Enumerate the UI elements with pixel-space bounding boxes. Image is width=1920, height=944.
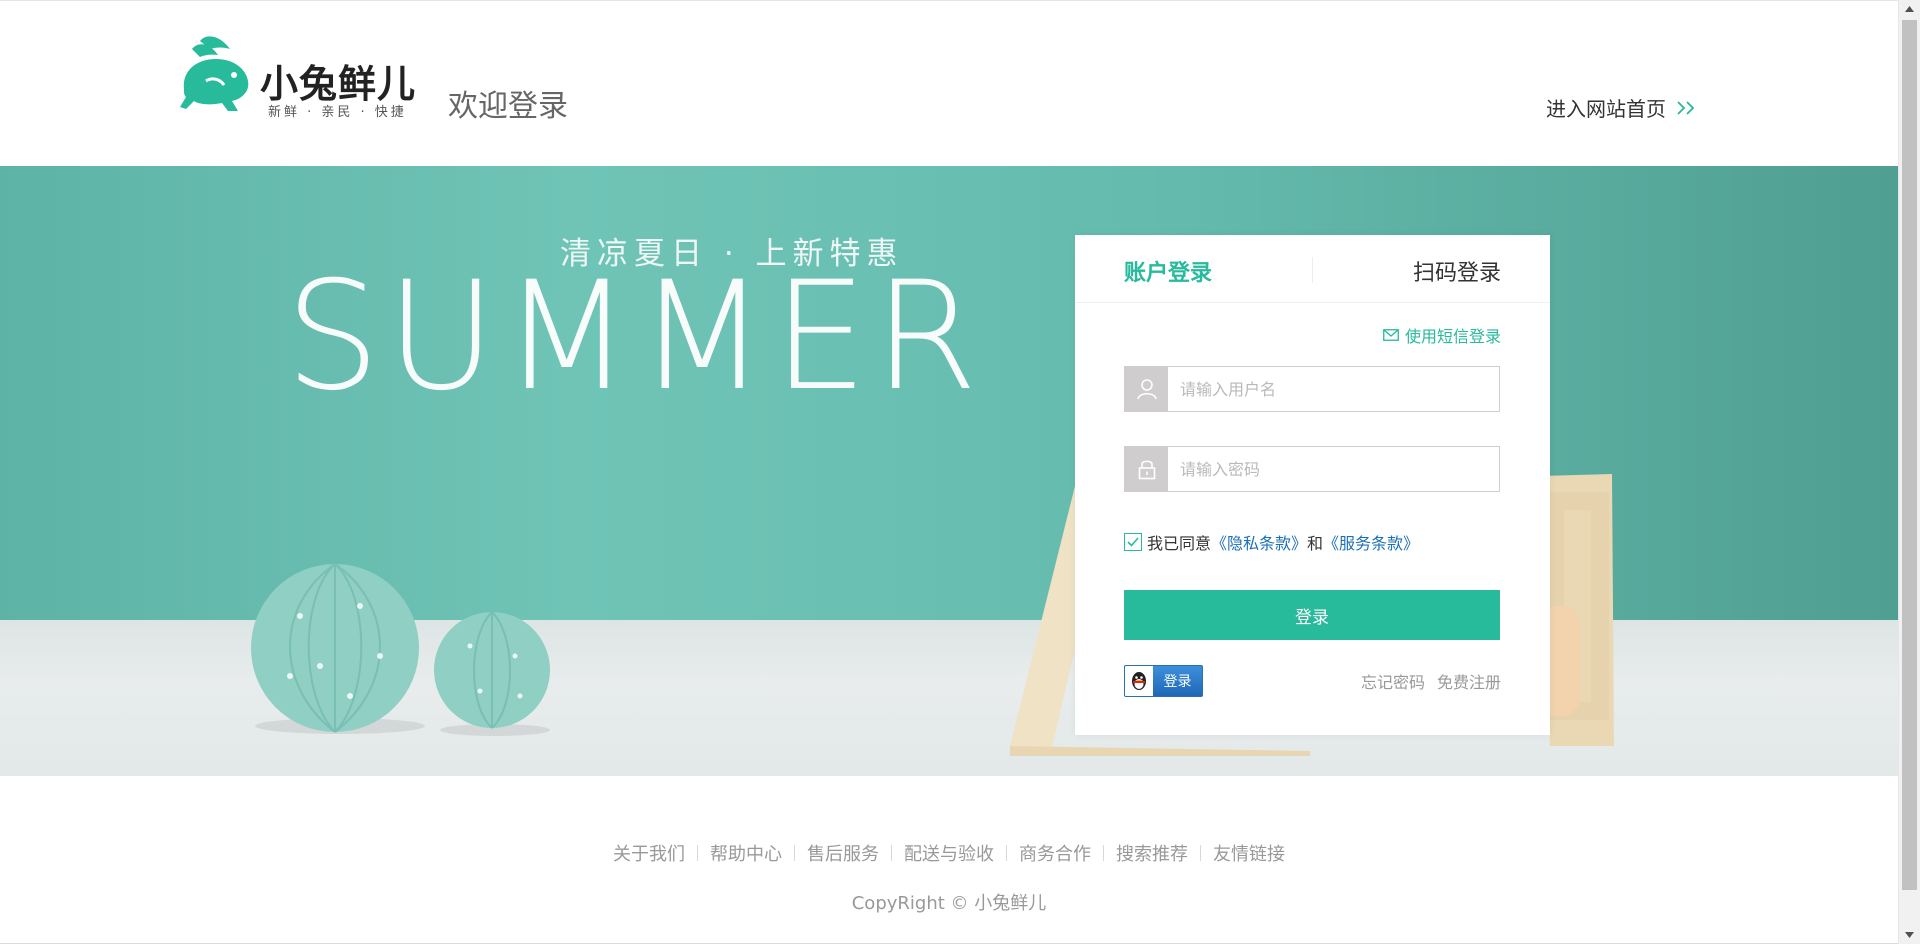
privacy-terms-link[interactable]: 《隐私条款》 xyxy=(1211,530,1307,554)
user-icon xyxy=(1125,367,1168,411)
footer-link-business[interactable]: 商务合作 xyxy=(1007,840,1103,866)
login-card: 账户登录 扫码登录 使用短信登录 请输入用户名 我已同意 《隐私条款》 和 《服… xyxy=(1075,235,1550,735)
decorative-ball-large xyxy=(251,563,425,734)
footer-link-about[interactable]: 关于我们 xyxy=(601,840,697,866)
username-input[interactable] xyxy=(1168,367,1499,411)
password-field xyxy=(1124,446,1500,492)
agree-checkbox[interactable] xyxy=(1124,533,1142,551)
footer-link-after-sales[interactable]: 售后服务 xyxy=(795,840,891,866)
envelope-icon xyxy=(1383,329,1399,341)
brand-name: 小兔鲜儿 xyxy=(260,62,417,106)
password-input[interactable] xyxy=(1168,447,1499,491)
login-tabs: 账户登录 扫码登录 xyxy=(1075,235,1550,303)
site-header: 小兔鲜儿 新鲜 · 亲民 · 快捷 欢迎登录 进入网站首页 xyxy=(0,0,1898,166)
vertical-scrollbar[interactable] xyxy=(1898,0,1920,944)
footer-nav: 关于我们 帮助中心 售后服务 配送与验收 商务合作 搜索推荐 友情链接 xyxy=(0,840,1898,866)
footer-link-search[interactable]: 搜索推荐 xyxy=(1104,840,1200,866)
tab-divider xyxy=(1312,257,1313,283)
brand-slogan: 新鲜 · 亲民 · 快捷 xyxy=(268,105,407,120)
agree-and: 和 xyxy=(1307,534,1324,553)
hero-banner: 清凉夏日 · 上新特惠 SUMMER xyxy=(0,166,1898,776)
account-links: 忘记密码 免费注册 xyxy=(1361,669,1501,693)
lock-icon xyxy=(1125,447,1168,491)
username-field xyxy=(1124,366,1500,412)
home-link-label: 进入网站首页 xyxy=(1546,97,1666,121)
sms-login-label: 使用短信登录 xyxy=(1404,327,1501,346)
banner-title: SUMMER xyxy=(285,250,984,424)
site-logo[interactable]: 小兔鲜儿 新鲜 · 亲民 · 快捷 xyxy=(176,31,422,121)
copyright: CopyRight © 小兔鲜儿 xyxy=(851,893,1047,914)
scroll-down-icon[interactable] xyxy=(1899,926,1920,944)
rabbit-logo-icon xyxy=(180,36,249,111)
forgot-password-link[interactable]: 忘记密码 xyxy=(1361,669,1425,693)
service-terms-link[interactable]: 《服务条款》 xyxy=(1323,530,1419,554)
footer-link-friends[interactable]: 友情链接 xyxy=(1201,840,1297,866)
double-chevron-right-icon xyxy=(1677,100,1695,115)
agreement-row: 我已同意 《隐私条款》 和 《服务条款》 xyxy=(1124,530,1419,554)
checkmark-icon xyxy=(1127,537,1139,547)
qq-login-label: 登录 xyxy=(1163,674,1192,690)
page-title: 欢迎登录 xyxy=(448,89,568,124)
tab-account-login[interactable]: 账户登录 xyxy=(1124,255,1212,287)
sms-login-link[interactable]: 使用短信登录 xyxy=(1383,323,1501,347)
footer-link-help[interactable]: 帮助中心 xyxy=(698,840,794,866)
register-link[interactable]: 免费注册 xyxy=(1437,669,1501,693)
qq-login-button[interactable]: 登录 xyxy=(1124,665,1203,697)
home-link[interactable]: 进入网站首页 xyxy=(1546,93,1698,122)
footer-link-delivery[interactable]: 配送与验收 xyxy=(892,840,1006,866)
scrollbar-thumb[interactable] xyxy=(1902,20,1917,890)
agree-prefix: 我已同意 xyxy=(1147,534,1212,553)
decorative-ball-small xyxy=(434,611,550,736)
qq-penguin-icon xyxy=(1125,666,1153,696)
scroll-up-icon[interactable] xyxy=(1899,0,1920,18)
login-page: 小兔鲜儿 新鲜 · 亲民 · 快捷 欢迎登录 进入网站首页 清凉夏日 · 上新特… xyxy=(0,0,1920,944)
tab-qrcode-login[interactable]: 扫码登录 xyxy=(1413,255,1501,287)
login-button[interactable]: 登录 xyxy=(1124,590,1500,640)
